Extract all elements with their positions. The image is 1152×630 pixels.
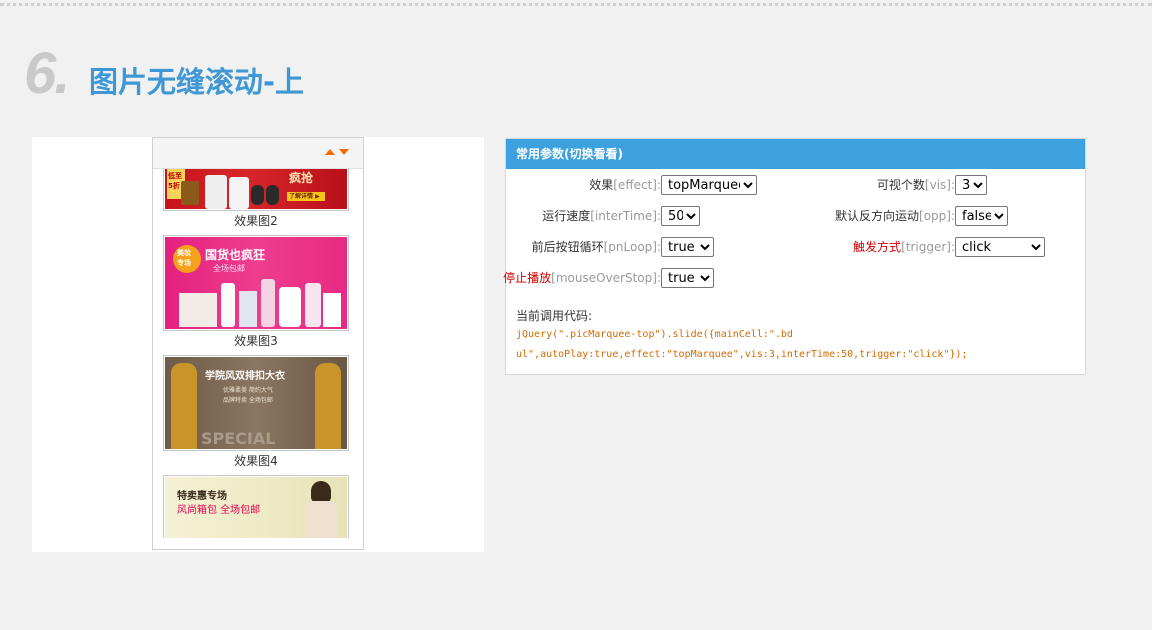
marquee-image-frame[interactable]: 特卖惠专场 风尚箱包 全场包邮 [163,475,349,538]
param-label: 触发方式[trigger]: [853,240,955,254]
code-label: 当前调用代码: [516,309,593,323]
banner-image-bags: 特卖惠专场 风尚箱包 全场包邮 [165,477,347,538]
ad-text: 国货也疯狂 [205,248,266,262]
product-shape [221,283,235,327]
ad-text: 特卖惠专场 [177,491,227,502]
ad-text: 了解详情 ▶ [289,193,320,200]
marquee-item[interactable]: 学院风双排扣大衣 优雅柔美 简约大气 品牌特卖 全场包邮 SPECIAL 效果图… [163,355,349,470]
product-shape [279,287,301,327]
next-arrow-icon[interactable] [339,149,349,155]
product-box-shape [181,181,199,205]
param-mouseoverstop: 停止播放[mouseOverStop]: [503,268,661,288]
phone-shape [205,175,227,209]
banner-image-cosmetics: 美妆 专场 国货也疯狂 全场包邮 [165,237,347,329]
ad-text: 优雅柔美 简约大气 [223,387,273,394]
ad-text: 疯抢 [289,171,314,185]
param-trigger: 触发方式[trigger]: [506,237,955,257]
model-shape [311,481,331,503]
banner-image-coats: 学院风双排扣大衣 优雅柔美 简约大气 品牌特卖 全场包邮 SPECIAL [165,357,347,449]
ad-text: 5折 [168,182,180,190]
pic-marquee-top: 低至 5折 疯抢 了解详情 ▶ 效果图2 美妆 专场 国货也疯狂 全场包邮 效果… [152,137,364,550]
trigger-select[interactable]: click [955,237,1045,257]
mouseoverstop-select[interactable]: true [661,268,714,288]
marquee-item[interactable]: 美妆 专场 国货也疯狂 全场包邮 效果图3 [163,235,349,350]
ad-text: 品牌特卖 全场包邮 [223,397,273,404]
marquee-caption: 效果图2 [234,214,278,228]
code-snippet: jQuery(".picMarquee-top").slide({mainCel… [516,325,1076,365]
vis-select[interactable]: 3 [955,175,987,195]
speaker-shape [266,185,279,205]
model-shape [305,501,337,538]
param-label: 可视个数[vis]: [876,178,955,192]
section-heading: 图片无缝滚动-上 [89,65,305,99]
marquee-header [153,138,363,169]
banner-image-phones: 低至 5折 疯抢 了解详情 ▶ [165,169,347,209]
param-vis: 可视个数[vis]: [506,175,955,195]
product-shape [239,291,257,327]
product-shape [305,283,321,327]
ad-text: 专场 [177,259,191,267]
marquee-body: 低至 5折 疯抢 了解详情 ▶ 效果图2 美妆 专场 国货也疯狂 全场包邮 效果… [153,169,363,538]
demo-area: 低至 5折 疯抢 了解详情 ▶ 效果图2 美妆 专场 国货也疯狂 全场包邮 效果… [32,137,484,552]
ad-text: 全场包邮 [213,264,245,273]
top-dotted-border [0,3,1152,6]
marquee-image-frame[interactable]: 美妆 专场 国货也疯狂 全场包邮 [163,235,349,331]
speaker-shape [251,185,264,205]
model-shape [171,363,197,449]
product-shape [323,293,341,327]
model-shape [315,363,341,449]
ad-text: 低至 [168,172,182,180]
section-number: 6. [24,41,70,106]
marquee-caption: 效果图3 [234,334,278,348]
marquee-image-frame[interactable]: 低至 5折 疯抢 了解详情 ▶ [163,169,349,211]
ad-text: 风尚箱包 全场包邮 [177,505,261,516]
product-shape [179,293,217,327]
phone-shape [229,177,249,209]
code-line: ul",autoPlay:true,effect:"topMarquee",vi… [516,349,968,360]
marquee-item[interactable]: 低至 5折 疯抢 了解详情 ▶ 效果图2 [163,169,349,230]
marquee-caption: 效果图4 [234,454,278,468]
ad-text: SPECIAL [201,429,276,448]
param-label: 默认反方向运动[opp]: [835,209,955,223]
product-shape [261,279,275,327]
opp-select[interactable]: false [955,206,1008,226]
marquee-item[interactable]: 特卖惠专场 风尚箱包 全场包邮 [163,475,349,538]
params-panel: 常用参数(切换看看) 效果[effect]: topMarquee 可视个数[v… [503,138,1086,375]
param-label: 停止播放[mouseOverStop]: [503,271,661,285]
ad-text: 学院风双排扣大衣 [205,371,285,382]
marquee-image-frame[interactable]: 学院风双排扣大衣 优雅柔美 简约大气 品牌特卖 全场包邮 SPECIAL [163,355,349,451]
prev-arrow-icon[interactable] [325,149,335,155]
code-line: jQuery(".picMarquee-top").slide({mainCel… [516,329,793,340]
ad-text: 美妆 [177,249,191,257]
param-opp: 默认反方向运动[opp]: [506,206,955,226]
params-header: 常用参数(切换看看) [506,139,1085,169]
